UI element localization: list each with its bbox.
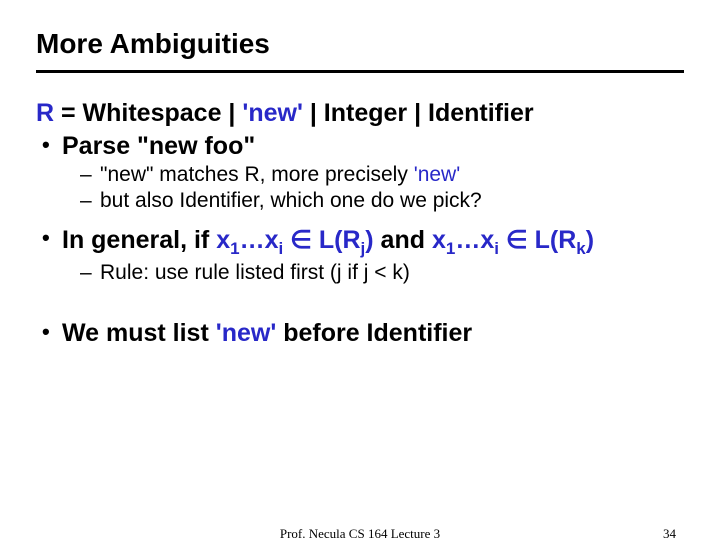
subbullet-list-2: Rule: use rule listed first (j if j < k) [36, 261, 684, 285]
gen-x1b: x [432, 226, 446, 254]
gen-x1: x [216, 226, 230, 254]
bullet-general: In general, if x1…xi ∈ L(Rj) and x1…xi ∈… [36, 225, 684, 259]
gen-in: ∈ [283, 226, 319, 254]
subbullet-rule: Rule: use rule listed first (j if j < k) [36, 261, 684, 285]
rdef-lhs: R [36, 99, 61, 127]
subbullet-match-a: "new" matches R, more precisely [100, 163, 414, 186]
mustlist-b: 'new' [216, 319, 277, 347]
slide-title: More Ambiguities [36, 28, 684, 73]
grammar-definition: R = Whitespace | 'new' | Integer | Ident… [36, 99, 684, 128]
rdef-eq: = [61, 99, 83, 127]
gen-sub1: 1 [230, 239, 239, 258]
rdef-rhs-c: | Integer | Identifier [303, 99, 534, 127]
gen-cl: ) [365, 226, 373, 254]
gen-dotsb: … [455, 226, 480, 254]
gen-subk: k [576, 239, 585, 258]
mustlist-c: before Identifier [276, 319, 472, 347]
gen-lrk: L(R [535, 226, 577, 254]
gen-and: and [374, 226, 432, 254]
gen-dots: … [240, 226, 265, 254]
subbullet-match: "new" matches R, more precisely 'new' [36, 163, 684, 187]
bullet-mustlist: We must list 'new' before Identifier [36, 319, 684, 348]
subbullet-list-1: "new" matches R, more precisely 'new' bu… [36, 163, 684, 213]
slide: More Ambiguities R = Whitespace | 'new' … [0, 0, 720, 348]
gen-cl2: ) [586, 226, 594, 254]
gen-xi: x [265, 226, 279, 254]
subbullet-match-b: 'new' [414, 163, 461, 186]
bullet-list-2: In general, if x1…xi ∈ L(Rj) and x1…xi ∈… [36, 225, 684, 259]
gen-sub1b: 1 [446, 239, 455, 258]
rdef-rhs-a: Whitespace | [83, 99, 243, 127]
bullet-list-3: We must list 'new' before Identifier [36, 319, 684, 348]
gen-xib: x [480, 226, 494, 254]
mustlist-a: We must list [62, 319, 216, 347]
spacer [36, 297, 684, 315]
rdef-rhs-new: 'new' [242, 99, 303, 127]
subbullet-also: but also Identifier, which one do we pic… [36, 189, 684, 213]
gen-inb: ∈ [499, 226, 535, 254]
bullet-list-1: Parse "new foo" [36, 132, 684, 161]
gen-lrj: L(R [319, 226, 361, 254]
gen-a: In general, if [62, 226, 216, 254]
bullet-parse: Parse "new foo" [36, 132, 684, 161]
